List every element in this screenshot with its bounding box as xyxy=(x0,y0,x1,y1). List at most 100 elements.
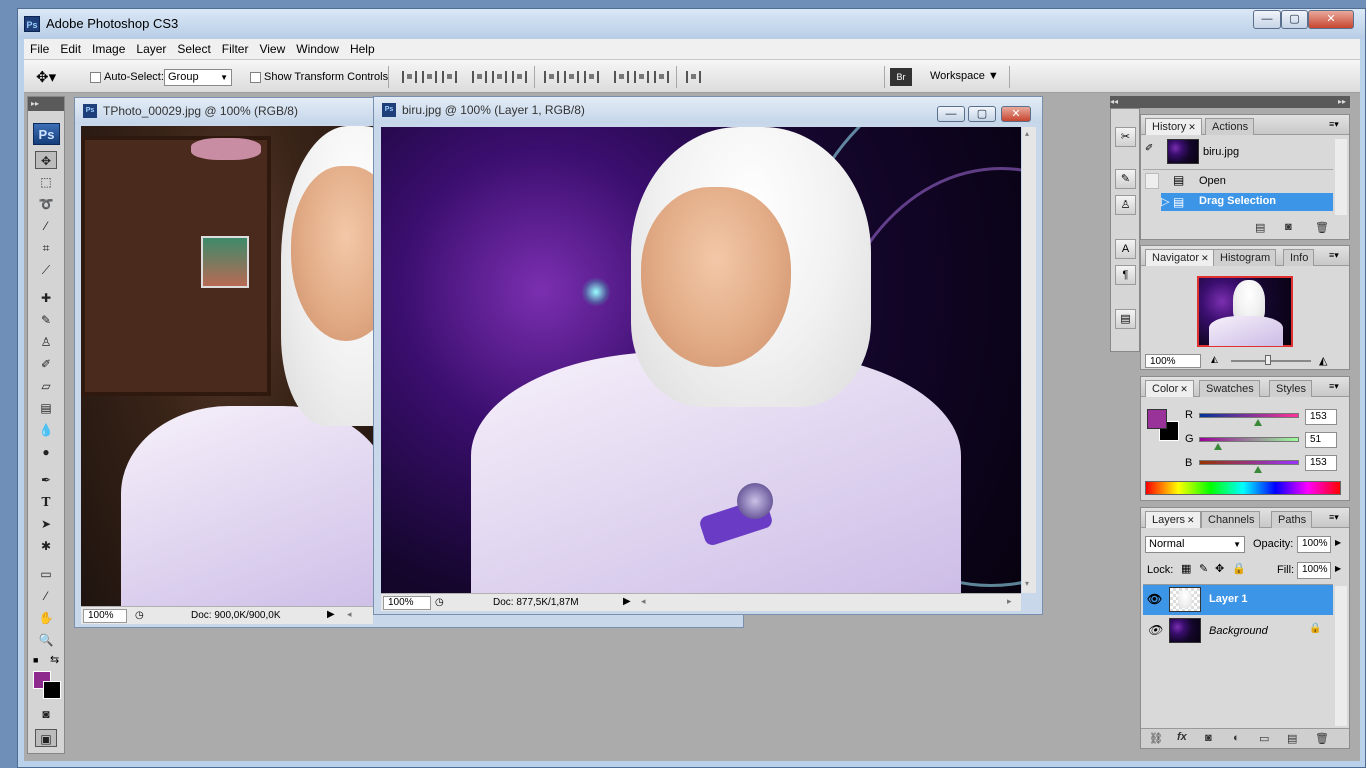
foreground-color-swatch[interactable] xyxy=(1147,409,1167,429)
menu-filter[interactable]: Filter xyxy=(216,39,254,56)
path-selection-tool-icon[interactable]: ➤ xyxy=(35,515,57,533)
document-canvas-biru[interactable] xyxy=(381,127,1021,593)
close-button[interactable]: ✕ xyxy=(1308,10,1354,29)
scroll-down-icon[interactable]: ▾ xyxy=(1025,579,1029,588)
menu-select[interactable]: Select xyxy=(171,39,215,56)
layer-row-layer-1[interactable]: 👁 Layer 1 xyxy=(1143,585,1333,615)
zoom-tool-icon[interactable]: 🔍 xyxy=(35,631,57,649)
tab-navigator[interactable]: Navigator ✕ xyxy=(1145,249,1215,266)
navigator-zoom-field[interactable]: 100% xyxy=(1145,354,1201,368)
history-brush-tool-icon[interactable]: ✐ xyxy=(35,355,57,373)
move-tool-preset-icon[interactable]: ✥▾ xyxy=(36,68,56,86)
notes-tool-icon[interactable]: ▭ xyxy=(35,565,57,583)
opacity-slider-arrow-icon[interactable]: ▶ xyxy=(1335,538,1341,547)
align-top-icon[interactable] xyxy=(402,71,417,83)
new-layer-icon[interactable]: ▤ xyxy=(1287,732,1297,745)
trash-icon[interactable]: 🗑 xyxy=(1315,732,1329,745)
zoom-out-icon[interactable]: ◭ xyxy=(1211,354,1218,365)
snapshot-name[interactable]: biru.jpg xyxy=(1203,146,1239,158)
dock-grip[interactable]: ▸▸ xyxy=(1140,96,1350,108)
background-color-swatch[interactable] xyxy=(43,681,61,699)
distribute-right-icon[interactable] xyxy=(654,71,669,83)
layers-scrollbar[interactable] xyxy=(1335,586,1347,726)
history-brush-source-icon[interactable]: ✐ xyxy=(1145,143,1159,157)
close-icon[interactable]: ✕ xyxy=(1180,384,1188,394)
clone-source-icon[interactable]: ♙ xyxy=(1115,195,1136,215)
default-colors-icon[interactable]: ■ xyxy=(33,655,38,665)
tab-channels[interactable]: Channels xyxy=(1201,511,1261,528)
toolbox-grip[interactable]: ▸▸ xyxy=(28,97,64,111)
doc-maximize-button[interactable]: ▢ xyxy=(968,106,996,122)
brushes-icon[interactable]: ✎ xyxy=(1115,169,1136,189)
show-transform-checkbox[interactable] xyxy=(250,72,261,83)
fill-field[interactable]: 100% xyxy=(1297,562,1331,579)
lasso-tool-icon[interactable]: ➰ xyxy=(35,195,57,213)
status-arrow-icon[interactable]: ▶ xyxy=(623,596,631,607)
type-tool-icon[interactable]: T xyxy=(35,493,57,511)
close-icon[interactable]: ✕ xyxy=(1188,122,1196,132)
green-value[interactable]: 51 xyxy=(1305,432,1337,448)
eraser-tool-icon[interactable]: ▱ xyxy=(35,377,57,395)
bridge-icon[interactable]: Br xyxy=(890,68,912,86)
tab-styles[interactable]: Styles xyxy=(1269,380,1312,397)
zoom-slider-thumb[interactable] xyxy=(1265,355,1271,365)
trash-icon[interactable]: 🗑 xyxy=(1315,221,1329,234)
auto-select-dropdown[interactable]: Group ▼ xyxy=(164,69,232,86)
menu-view[interactable]: View xyxy=(253,39,290,56)
history-item-open[interactable]: Open xyxy=(1199,175,1226,187)
layer-name[interactable]: Layer 1 xyxy=(1209,593,1248,605)
blue-value[interactable]: 153 xyxy=(1305,455,1337,471)
align-right-icon[interactable] xyxy=(512,71,527,83)
eye-icon[interactable]: 👁 xyxy=(1147,592,1162,606)
zoom-in-icon[interactable]: ◭ xyxy=(1319,354,1327,367)
clone-stamp-tool-icon[interactable]: ♙ xyxy=(35,333,57,351)
menu-image[interactable]: Image xyxy=(86,39,130,56)
scroll-right-icon[interactable]: ▸ xyxy=(1007,596,1012,607)
green-slider[interactable] xyxy=(1199,437,1299,442)
history-brush-source-box[interactable] xyxy=(1145,173,1159,189)
move-tool-icon[interactable]: ✥ xyxy=(35,151,57,169)
panel-menu-icon[interactable]: ≡▾ xyxy=(1329,119,1339,130)
close-icon[interactable]: ✕ xyxy=(1201,253,1209,263)
lock-all-icon[interactable]: 🔒 xyxy=(1232,562,1246,575)
align-bottom-icon[interactable] xyxy=(442,71,457,83)
new-document-from-state-icon[interactable]: ▤ xyxy=(1255,221,1265,234)
paragraph-icon[interactable]: ¶ xyxy=(1115,265,1136,285)
red-slider-thumb[interactable] xyxy=(1254,419,1262,426)
new-group-icon[interactable]: ▭ xyxy=(1259,732,1269,745)
pen-tool-icon[interactable]: ✒ xyxy=(35,471,57,489)
opacity-field[interactable]: 100% xyxy=(1297,536,1331,553)
character-icon[interactable]: A xyxy=(1115,239,1136,259)
blue-slider[interactable] xyxy=(1199,460,1299,465)
blend-mode-dropdown[interactable]: Normal ▼ xyxy=(1145,536,1245,553)
scroll-up-icon[interactable]: ▴ xyxy=(1025,129,1029,138)
status-menu-icon[interactable]: ◷ xyxy=(135,610,144,621)
tab-paths[interactable]: Paths xyxy=(1271,511,1313,528)
eye-icon[interactable]: 👁 xyxy=(1147,623,1162,637)
crop-tool-icon[interactable]: ⌗ xyxy=(35,239,57,257)
document-title-bar[interactable]: Ps biru.jpg @ 100% (Layer 1, RGB/8) — ▢ … xyxy=(374,97,1042,123)
align-horizontal-center-icon[interactable] xyxy=(492,71,507,83)
panel-menu-icon[interactable]: ≡▾ xyxy=(1329,512,1339,523)
tool-presets-icon[interactable]: ✂ xyxy=(1115,127,1136,147)
scroll-left-icon[interactable]: ◂ xyxy=(347,609,352,620)
blur-tool-icon[interactable]: 💧 xyxy=(35,421,57,439)
status-menu-icon[interactable]: ◷ xyxy=(435,597,444,608)
dodge-tool-icon[interactable]: ● xyxy=(35,443,57,461)
menu-file[interactable]: File xyxy=(24,39,54,56)
green-slider-thumb[interactable] xyxy=(1214,443,1222,450)
distribute-bottom-icon[interactable] xyxy=(584,71,599,83)
magic-wand-tool-icon[interactable]: ⁄ xyxy=(35,217,57,235)
distribute-top-icon[interactable] xyxy=(544,71,559,83)
navigator-preview[interactable] xyxy=(1197,276,1293,347)
menu-window[interactable]: Window xyxy=(290,39,344,56)
tab-color[interactable]: Color ✕ xyxy=(1145,380,1194,397)
panel-menu-icon[interactable]: ≡▾ xyxy=(1329,250,1339,261)
scroll-left-icon[interactable]: ◂ xyxy=(641,596,646,607)
tab-info[interactable]: Info xyxy=(1283,249,1315,266)
align-vertical-center-icon[interactable] xyxy=(422,71,437,83)
marquee-tool-icon[interactable]: ⬚ xyxy=(35,173,57,191)
lock-transparency-icon[interactable]: ▦ xyxy=(1181,562,1191,575)
red-slider[interactable] xyxy=(1199,413,1299,418)
dock-grip[interactable]: ◂◂ xyxy=(1110,96,1140,108)
